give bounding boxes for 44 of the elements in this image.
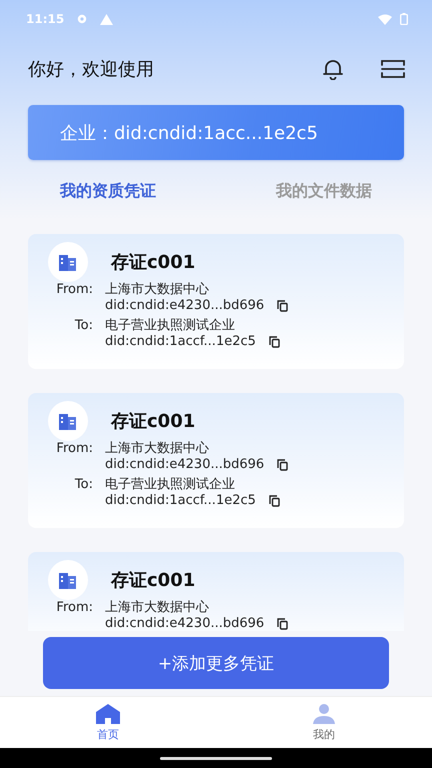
copy-icon[interactable] (268, 336, 280, 348)
credential-card[interactable]: 存证c001 From: 上海市大数据中心 did:cndid:e4230...bd696 (28, 552, 404, 631)
party-name: 电子营业执照测试企业 (105, 318, 236, 334)
party-label: From: (55, 441, 93, 457)
building-icon (48, 560, 88, 600)
party-label: To: (74, 318, 93, 334)
battery-icon (400, 13, 408, 25)
credential-title: 存证c001 (111, 251, 196, 274)
credential-title: 存证c001 (111, 569, 196, 592)
status-time: 11:15 (26, 12, 64, 26)
credential-card[interactable]: 存证c001 From: 上海市大数据中心 did:cndid:e4230...bd696 To: 电子营业执照测试企业 did:cndid:1accf...1e2c5 (28, 234, 404, 369)
party-name: 上海市大数据中心 (105, 282, 210, 298)
credential-card[interactable]: 存证c001 From: 上海市大数据中心 did:cndid:e4230...bd696 To: 电子营业执照测试企业 did:cndid:1accf...1e2c5 (28, 393, 404, 528)
party-name: 电子营业执照测试企业 (105, 477, 236, 493)
party-did: did:cndid:1accf...1e2c5 (105, 334, 256, 350)
credential-title: 存证c001 (111, 410, 196, 433)
wifi-icon (378, 14, 392, 24)
party-label: From: (55, 600, 93, 616)
person-icon (313, 704, 335, 724)
copy-icon[interactable] (277, 459, 288, 471)
building-icon (48, 401, 88, 441)
nav-tab[interactable]: 首页 (0, 697, 216, 748)
company-did: 企业：did:cndid:1acc...1e2c5 (60, 122, 318, 144)
tab[interactable]: 我的资质凭证 (0, 174, 216, 208)
warning-icon (100, 14, 114, 24)
scan-icon[interactable] (380, 58, 406, 80)
building-icon (48, 242, 88, 282)
add-credential-button[interactable]: +添加更多凭证 (43, 637, 389, 689)
party-did: did:cndid:e4230...bd696 (105, 457, 264, 473)
home-icon (96, 704, 120, 724)
party-name: 上海市大数据中心 (105, 600, 210, 616)
party-name: 上海市大数据中心 (105, 441, 210, 457)
copy-icon[interactable] (268, 495, 280, 507)
copy-icon[interactable] (277, 300, 288, 312)
party-label: From: (55, 282, 93, 298)
bell-icon[interactable] (322, 58, 344, 80)
party-did: did:cndid:1accf...1e2c5 (105, 493, 256, 509)
greeting: 你好，欢迎使用 (28, 58, 155, 81)
nav-tab[interactable]: 我的 (216, 697, 432, 748)
gesture-handle[interactable] (160, 756, 272, 760)
party-label: To: (74, 477, 93, 493)
party-did: did:cndid:e4230...bd696 (105, 616, 264, 631)
party-did: did:cndid:e4230...bd696 (105, 298, 264, 314)
copy-icon[interactable] (277, 618, 288, 630)
